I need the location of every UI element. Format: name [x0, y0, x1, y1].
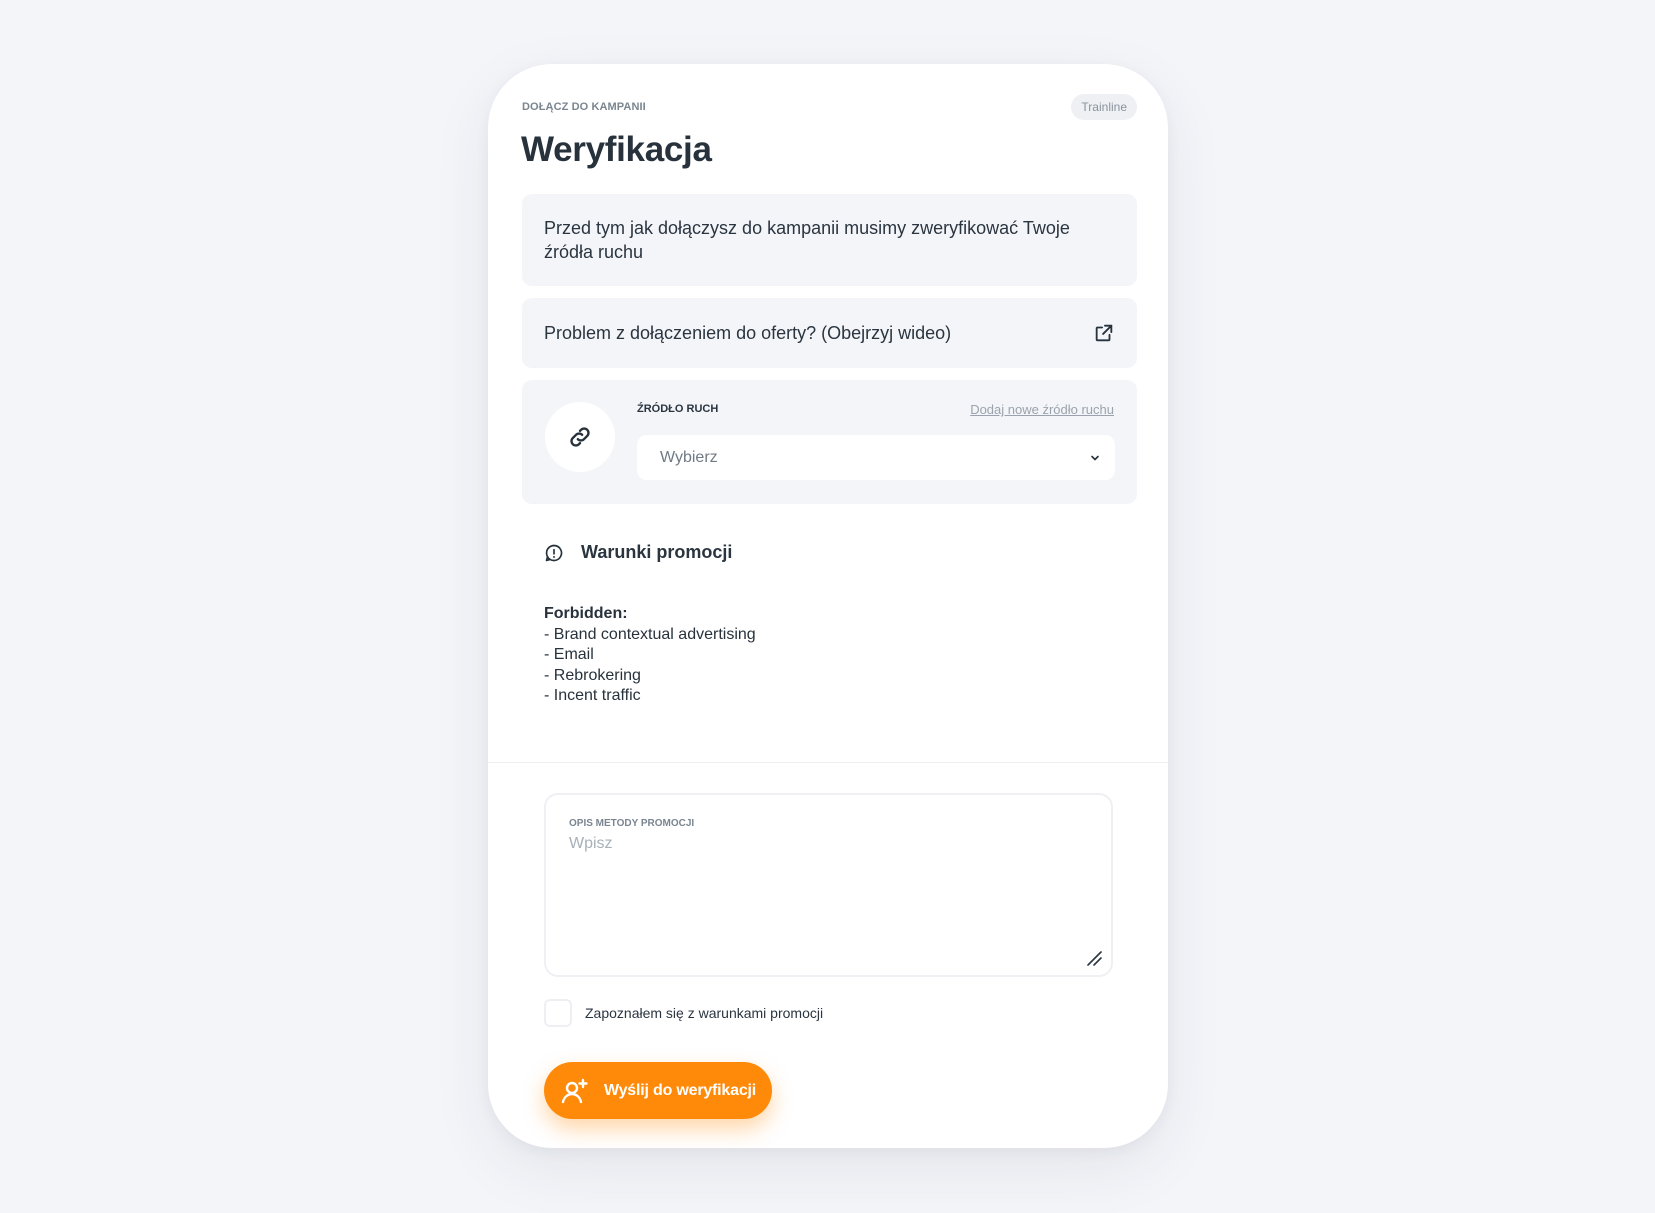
resize-handle-icon[interactable] [1085, 949, 1103, 967]
user-plus-icon [561, 1078, 588, 1103]
rule-item: - Email [544, 646, 594, 663]
link-icon [570, 427, 590, 447]
info-text: Przed tym jak dołączysz do kampanii musi… [544, 218, 1070, 262]
brand-badge: Trainline [1071, 94, 1137, 120]
rule-item: - Rebrokering [544, 666, 641, 684]
promotion-conditions-header: Warunki promocji [544, 542, 732, 563]
section-divider [488, 762, 1168, 763]
traffic-source-label: ŹRÓDŁO RUCH [637, 403, 719, 415]
info-panel: Przed tym jak dołączysz do kampanii musi… [522, 194, 1137, 286]
rule-item: - Incent traffic [544, 687, 641, 704]
agreement-checkbox[interactable] [544, 999, 572, 1027]
traffic-source-select-value: Wybierz [660, 448, 718, 466]
video-help-text: Problem z dołączeniem do oferty? (Obejrz… [544, 322, 952, 343]
promotion-conditions-title: Warunki promocji [581, 542, 733, 562]
add-traffic-source-link[interactable]: Dodaj nowe źródło ruchu [970, 402, 1114, 417]
traffic-source-panel: ŹRÓDŁO RUCH Dodaj nowe źródło ruchu Wybi… [522, 380, 1137, 504]
video-help-link[interactable]: Problem z dołączeniem do oferty? (Obejrz… [522, 298, 1137, 368]
agreement-label[interactable]: Zapoznałem się z warunkami promocji [585, 1005, 823, 1021]
rules-heading: Forbidden: [544, 605, 628, 622]
eyebrow-label: DOŁĄCZ DO KAMPANII [522, 101, 646, 113]
promotion-method-placeholder: Wpisz [569, 835, 613, 852]
promotion-method-label: OPIS METODY PROMOCJI [569, 818, 695, 829]
promotion-method-textarea[interactable]: OPIS METODY PROMOCJI Wpisz [544, 793, 1113, 977]
page-background: DOŁĄCZ DO KAMPANII Trainline Weryfikacja… [0, 0, 1655, 1213]
submit-verification-button[interactable]: Wyślij do weryfikacji [544, 1062, 772, 1119]
alert-circle-icon [545, 544, 563, 561]
chevron-down-icon [1091, 455, 1099, 460]
external-link-icon [1095, 324, 1113, 342]
submit-button-label: Wyślij do weryfikacji [604, 1081, 757, 1099]
verification-card: DOŁĄCZ DO KAMPANII Trainline Weryfikacja… [488, 64, 1168, 1148]
page-title: Weryfikacja [521, 130, 712, 169]
rule-item: - Brand contextual advertising [544, 625, 756, 643]
source-icon-circle [545, 402, 615, 472]
promotion-rules: Forbidden: - Brand contextual advertisin… [544, 604, 756, 707]
agreement-row: Zapoznałem się z warunkami promocji [544, 999, 823, 1027]
traffic-source-select[interactable]: Wybierz [637, 435, 1115, 480]
